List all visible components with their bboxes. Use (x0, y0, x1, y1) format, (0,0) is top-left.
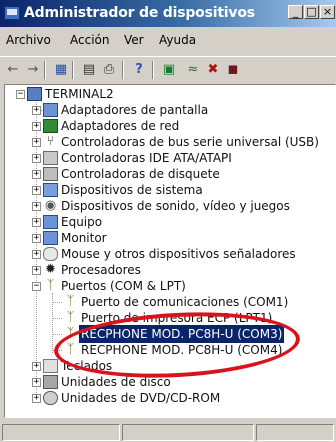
print-icon[interactable]: ⎙ (100, 61, 118, 78)
help-icon[interactable]: ? (130, 61, 148, 78)
expand-icon[interactable]: + (32, 122, 41, 131)
mouse-icon (43, 247, 58, 261)
forward-arrow-icon[interactable]: → (24, 61, 42, 78)
menu-archivo[interactable]: Archivo (6, 33, 51, 47)
dvd-drive-icon (43, 391, 58, 405)
status-cell (256, 424, 334, 441)
disk-drive-icon (43, 375, 58, 389)
expand-icon[interactable]: + (32, 202, 41, 211)
expand-icon[interactable]: + (32, 378, 41, 387)
device-manager-icon (4, 6, 20, 20)
expand-icon[interactable]: + (32, 106, 41, 115)
toolbar-separator (122, 61, 124, 79)
expand-icon[interactable]: + (32, 138, 41, 147)
collapse-icon[interactable]: − (32, 282, 41, 291)
minimize-button[interactable]: _ (288, 5, 303, 19)
tree-item-label: Unidades de DVD/CD-ROM (61, 391, 221, 405)
expand-icon[interactable]: + (32, 170, 41, 179)
sound-icon: ◉ (44, 198, 57, 213)
computer-icon (27, 87, 42, 101)
expand-icon[interactable]: + (32, 266, 41, 275)
collapse-icon[interactable]: − (16, 90, 25, 99)
toolbar-separator (44, 61, 46, 79)
menu-ver[interactable]: Ver (124, 33, 144, 47)
port-icon: ᛉ (46, 278, 55, 293)
update-driver-icon[interactable]: ≈ (184, 61, 202, 78)
expand-icon[interactable]: + (32, 186, 41, 195)
title-bar[interactable]: Administrador de dispositivos _ □ × (0, 0, 336, 27)
window-title: Administrador de dispositivos (24, 5, 255, 21)
toolbar-separator (72, 61, 74, 79)
display-adapter-icon (43, 103, 58, 117)
status-bar (0, 422, 336, 442)
system-device-icon (43, 183, 58, 197)
back-arrow-icon[interactable]: ← (4, 61, 22, 78)
usb-icon: ⑂ (46, 134, 55, 149)
keyboard-icon (43, 359, 58, 373)
disable-icon[interactable]: ◼ (224, 61, 242, 78)
expand-icon[interactable]: + (32, 234, 41, 243)
floppy-controller-icon (43, 167, 58, 181)
expand-icon[interactable]: + (32, 394, 41, 403)
port-icon: ᛉ (66, 310, 75, 325)
properties-icon[interactable]: ▤ (80, 61, 98, 78)
uninstall-icon[interactable]: ✖ (204, 61, 222, 78)
status-cell (2, 424, 120, 441)
close-button[interactable]: × (320, 5, 335, 19)
ide-controller-icon (43, 151, 58, 165)
device-manager-window: Administrador de dispositivos _ □ × Arch… (0, 0, 336, 442)
expand-icon[interactable]: + (32, 362, 41, 371)
toolbar-separator (152, 61, 154, 79)
computer-icon (43, 215, 58, 229)
view-icon[interactable]: ▦ (52, 61, 70, 78)
network-adapter-icon (43, 119, 58, 133)
toolbar: ← → ▦ ▤ ⎙ ? ▣ ≈ ✖ ◼ (0, 56, 336, 83)
scan-icon[interactable]: ▣ (160, 61, 178, 78)
monitor-icon (43, 231, 58, 245)
expand-icon[interactable]: + (32, 218, 41, 227)
maximize-button[interactable]: □ (304, 5, 319, 19)
status-cell (122, 424, 254, 441)
menu-ayuda[interactable]: Ayuda (159, 33, 196, 47)
expand-icon[interactable]: + (32, 250, 41, 259)
menu-accion[interactable]: Acción (70, 33, 109, 47)
port-icon: ᛉ (66, 294, 75, 309)
processor-icon: ✹ (45, 262, 56, 277)
menu-bar: Archivo Acción Ver Ayuda (0, 32, 336, 52)
expand-icon[interactable]: + (32, 154, 41, 163)
